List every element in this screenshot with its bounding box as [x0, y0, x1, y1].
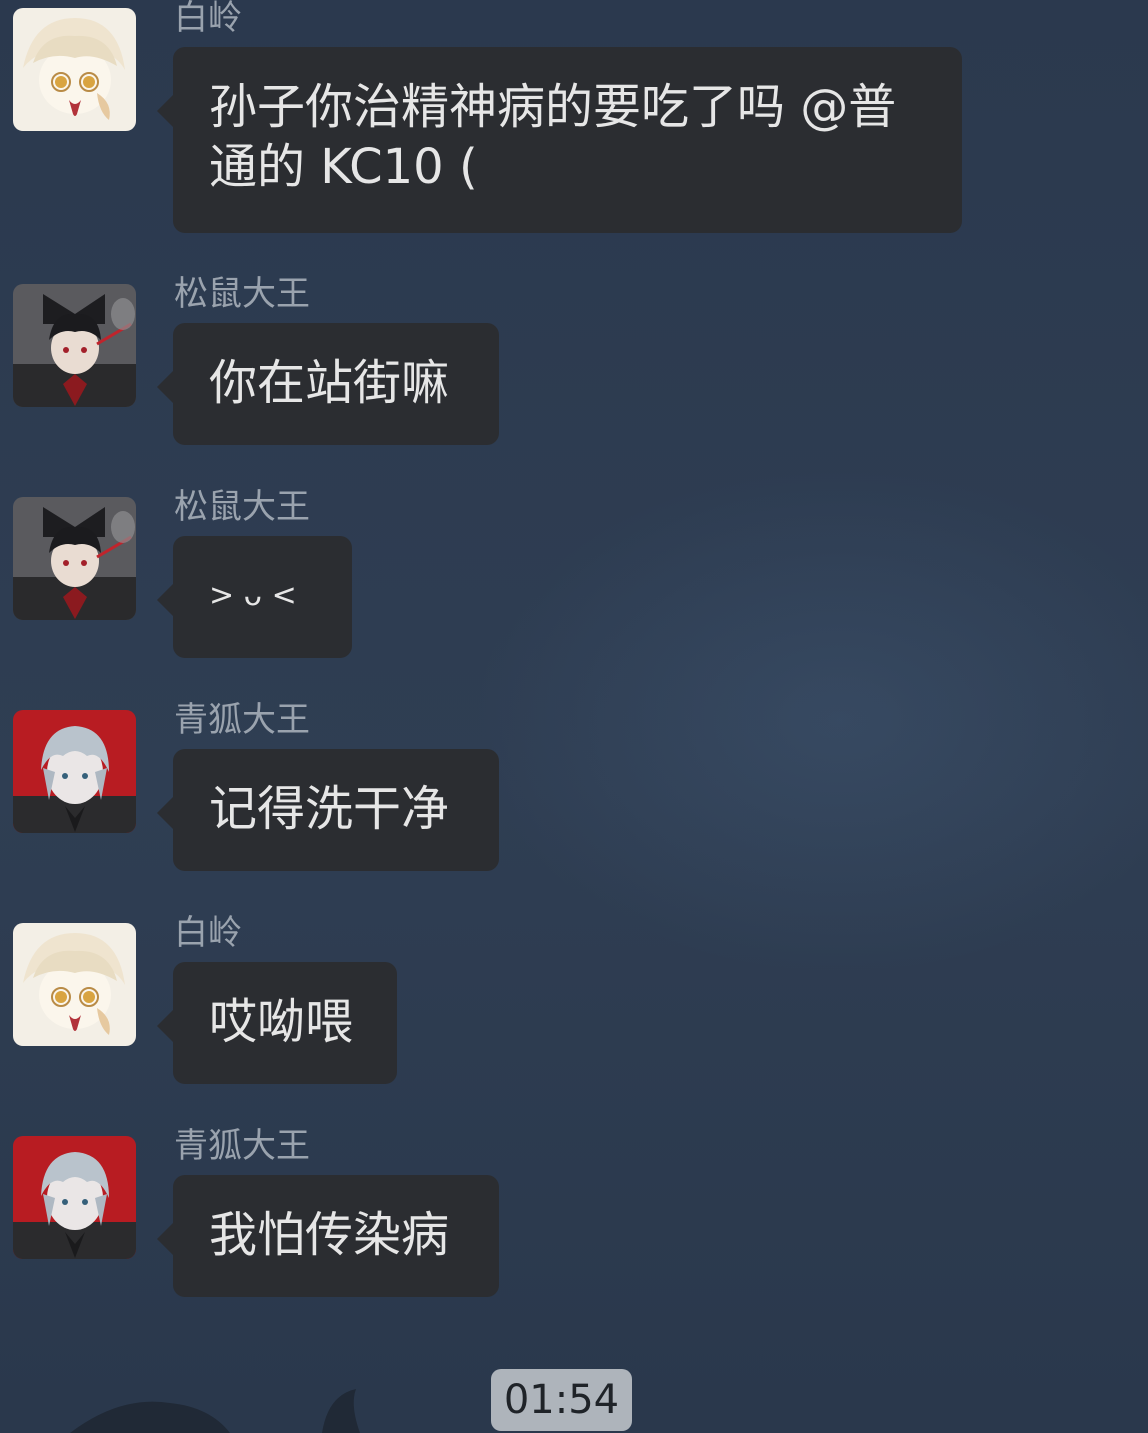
silver-haired-avatar-icon — [13, 1136, 136, 1259]
avatar-silver-haired[interactable] — [13, 710, 136, 833]
timestamp-badge: 01:54 — [491, 1369, 632, 1431]
message-bubble[interactable]: 记得洗干净 — [157, 749, 499, 871]
message-bubble[interactable]: 孙子你治精神病的要吃了吗 @普通的 KC10 ( — [157, 47, 962, 233]
dark-haired-avatar-icon — [13, 284, 136, 407]
sender-name: 青狐大王 — [174, 1126, 310, 1166]
avatar-white-haired[interactable] — [13, 923, 136, 1046]
sender-name: 白岭 — [174, 913, 242, 953]
sender-name: 松鼠大王 — [174, 274, 310, 314]
avatar-dark-haired[interactable] — [13, 284, 136, 407]
avatar-white-haired[interactable] — [13, 8, 136, 131]
message-bubble[interactable]: 你在站街嘛 — [157, 323, 499, 445]
avatar-silver-haired[interactable] — [13, 1136, 136, 1259]
background-decoration — [70, 1389, 360, 1433]
message-bubble[interactable]: 哎呦喂 — [157, 962, 397, 1084]
avatar-dark-haired[interactable] — [13, 497, 136, 620]
message-bubble[interactable]: 我怕传染病 — [157, 1175, 499, 1297]
message-bubble[interactable]: > ᴗ < — [157, 536, 352, 658]
dark-haired-avatar-icon — [13, 497, 136, 620]
white-haired-avatar-icon — [13, 923, 136, 1046]
sender-name: 白岭 — [174, 0, 242, 38]
sender-name: 青狐大王 — [174, 700, 310, 740]
silver-haired-avatar-icon — [13, 710, 136, 833]
white-haired-avatar-icon — [13, 8, 136, 131]
sender-name: 松鼠大王 — [174, 487, 310, 527]
